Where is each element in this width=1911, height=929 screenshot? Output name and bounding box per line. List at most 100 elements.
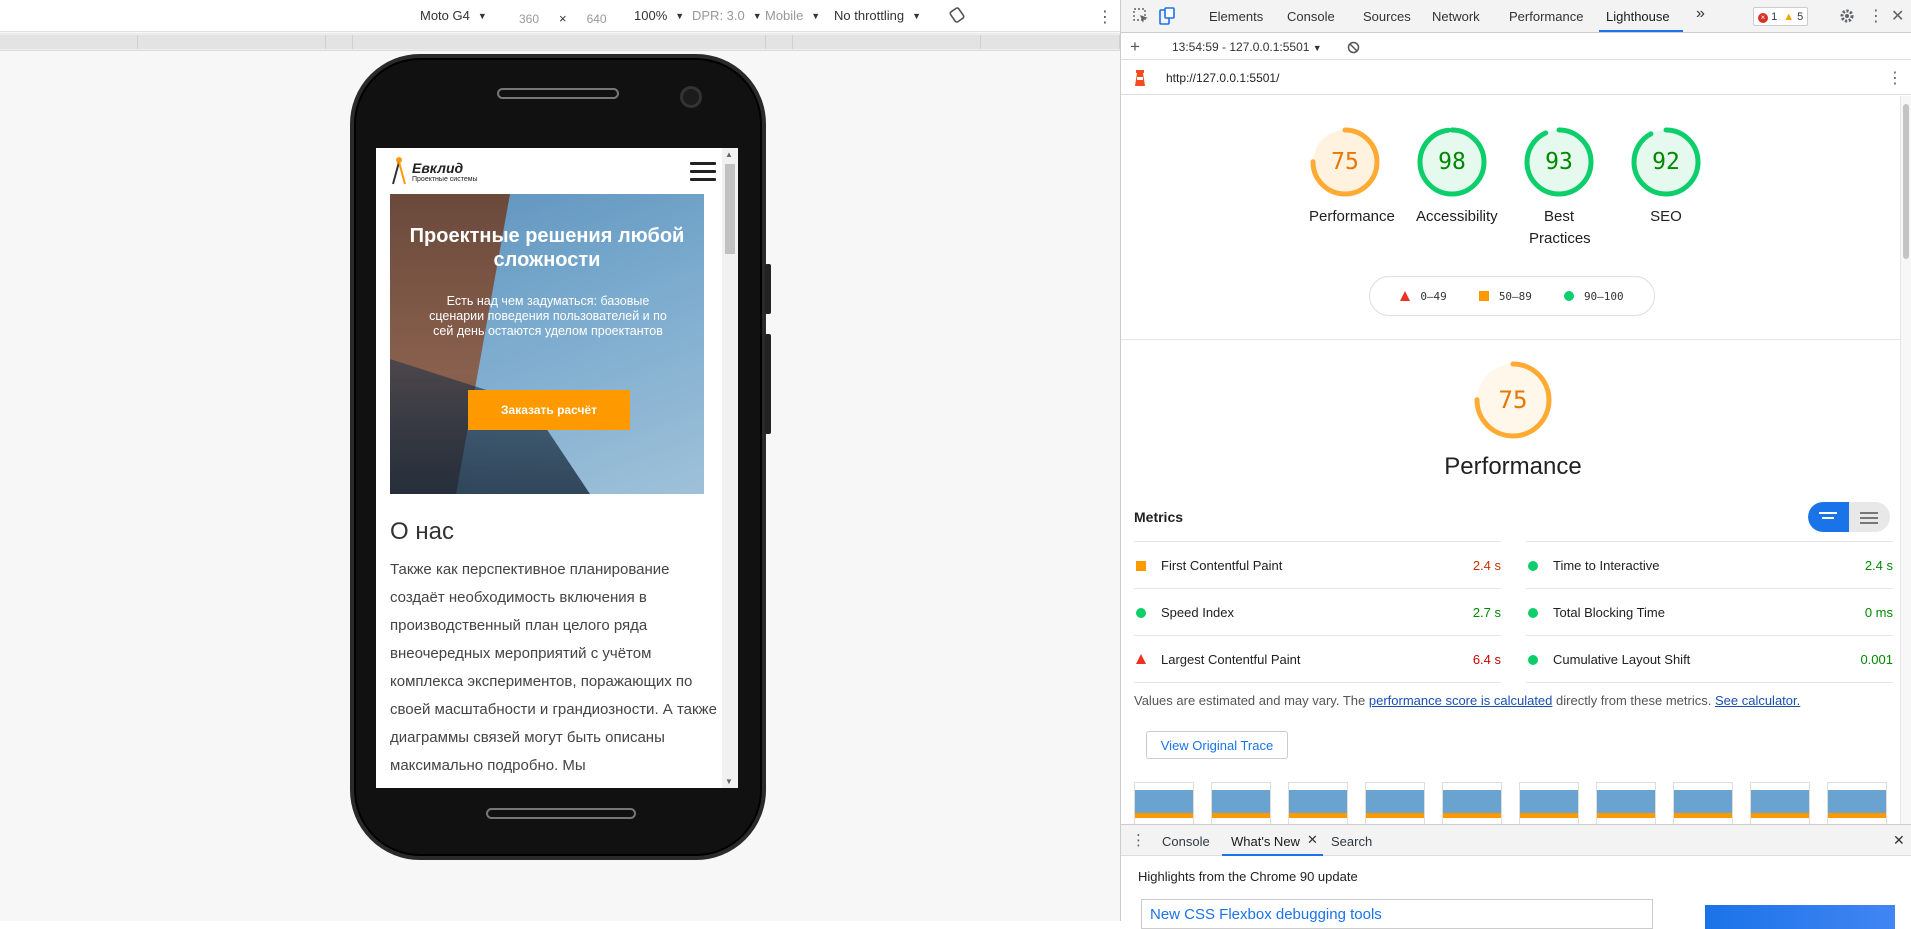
metric-row[interactable]: Total Blocking Time 0 ms — [1526, 588, 1893, 635]
scroll-up-icon[interactable]: ▲ — [725, 150, 733, 159]
throttling-select[interactable]: No throttling — [834, 8, 921, 23]
hero-title: Проектные решения любой сложности — [409, 225, 685, 271]
drawer-tab-whats-new[interactable]: What's New — [1231, 834, 1300, 849]
drawer-tab-search[interactable]: Search — [1331, 834, 1372, 849]
issue-counters[interactable]: × 1 ▲ 5 — [1753, 7, 1809, 26]
width-input[interactable]: 360 — [503, 8, 555, 28]
error-count: 1 — [1771, 10, 1778, 23]
tab-elements[interactable]: Elements — [1209, 9, 1263, 24]
view-original-trace-button[interactable]: View Original Trace — [1146, 731, 1288, 759]
tab-performance[interactable]: Performance — [1509, 9, 1583, 24]
gauge-best-practices[interactable]: 93 Best Practices — [1523, 126, 1595, 250]
inspect-element-icon[interactable] — [1133, 8, 1149, 24]
order-calculation-button[interactable]: Заказать расчёт — [468, 390, 630, 430]
clear-icon[interactable] — [1347, 41, 1360, 54]
device-screen[interactable]: Евклид Проектные системы Проектные решен… — [376, 148, 738, 788]
pass-circle-icon — [1136, 608, 1146, 618]
report-scrollbar[interactable] — [1900, 96, 1911, 824]
mode-value: Mobile — [765, 8, 804, 23]
filmstrip-frame — [1365, 782, 1425, 824]
more-tabs-icon[interactable]: » — [1696, 5, 1705, 23]
values-note: Values are estimated and may vary. The p… — [1134, 693, 1800, 708]
metrics-left-column: First Contentful Paint 2.4 s Speed Index 2.… — [1134, 541, 1501, 683]
gauge-performance[interactable]: 75 Performance — [1309, 126, 1395, 228]
lighthouse-icon — [1135, 70, 1145, 86]
about-text: Также как перспективное планирование соз… — [390, 561, 717, 774]
expanded-view-icon[interactable] — [1860, 512, 1878, 527]
metric-value: 2.4 s — [1472, 558, 1501, 573]
device-name: Moto G4 — [420, 8, 470, 23]
metric-row[interactable]: Cumulative Layout Shift 0.001 — [1526, 635, 1893, 682]
metrics-divider — [1134, 682, 1501, 683]
close-tab-icon[interactable]: ✕ — [1307, 832, 1318, 848]
pass-circle-icon — [1563, 291, 1574, 301]
metrics-divider — [1526, 682, 1893, 683]
see-calculator-link[interactable]: See calculator. — [1715, 693, 1800, 708]
error-icon: × — [1758, 12, 1768, 23]
about-heading: О нас — [390, 518, 454, 545]
filmstrip-frame — [1288, 782, 1348, 824]
score-legend: 0–49 50–89 90–100 — [1369, 276, 1655, 316]
report-select[interactable]: 13:54:59 - 127.0.0.1:5501 ▼ — [1172, 40, 1322, 54]
metrics-view-toggle[interactable] — [1808, 502, 1890, 532]
metric-name: Cumulative Layout Shift — [1553, 652, 1691, 667]
score-calculated-link[interactable]: performance score is calculated — [1369, 693, 1553, 708]
metric-row[interactable]: Speed Index 2.7 s — [1134, 588, 1501, 635]
device-select[interactable]: Moto G4 — [420, 8, 487, 23]
metric-value: 2.7 s — [1472, 605, 1501, 620]
fail-triangle-icon — [1136, 654, 1146, 664]
gauge-accessibility[interactable]: 98 Accessibility — [1416, 126, 1498, 228]
pass-circle-icon — [1528, 561, 1538, 571]
close-devtools-icon[interactable]: ✕ — [1891, 6, 1904, 26]
metric-row[interactable]: Largest Contentful Paint 6.4 s — [1134, 635, 1501, 682]
legend-pass: 90–100 — [1583, 289, 1624, 303]
tab-lighthouse[interactable]: Lighthouse — [1606, 9, 1670, 24]
report-url[interactable]: http://127.0.0.1:5501/ — [1166, 71, 1279, 85]
warning-count: 5 — [1797, 10, 1804, 23]
hero-text: Есть над чем задуматься: базовые сценари… — [429, 294, 667, 338]
devtools-panel: Elements Console Sources Network Perform… — [1120, 0, 1911, 929]
more-options-icon[interactable]: ⋮ — [1097, 7, 1113, 27]
customize-menu-icon[interactable]: ⋮ — [1868, 6, 1884, 26]
metric-name: First Contentful Paint — [1161, 558, 1283, 573]
drawer-menu-icon[interactable]: ⋮ — [1131, 831, 1146, 849]
metric-row[interactable]: Time to Interactive 2.4 s — [1526, 541, 1893, 588]
news-card[interactable]: New CSS Flexbox debugging tools — [1141, 899, 1653, 929]
device-emulation-pane: Moto G4 360 × 640 100% DPR: 3.0 Mobile N… — [0, 0, 1120, 921]
site-header: Евклид Проектные системы — [390, 154, 720, 190]
news-image — [1705, 905, 1895, 929]
gauge-seo[interactable]: 92 SEO — [1630, 126, 1702, 228]
drawer-tab-console[interactable]: Console — [1162, 834, 1210, 849]
metric-row[interactable]: First Contentful Paint 2.4 s — [1134, 541, 1501, 588]
tab-sources[interactable]: Sources — [1363, 9, 1411, 24]
close-drawer-icon[interactable]: ✕ — [1893, 832, 1905, 849]
height-input[interactable]: 640 — [571, 8, 623, 28]
dpr-select[interactable]: DPR: 3.0 — [692, 8, 762, 23]
speaker — [497, 88, 619, 99]
metrics-right-column: Time to Interactive 2.4 s Total Blocking T… — [1526, 541, 1893, 683]
rotate-icon[interactable] — [948, 6, 966, 24]
filmstrip-frame — [1211, 782, 1271, 824]
logo-name: Евклид — [412, 160, 464, 176]
hero-banner: Проектные решения любой сложности Есть н… — [390, 194, 704, 494]
metric-name: Largest Contentful Paint — [1161, 652, 1301, 667]
settings-gear-icon[interactable] — [1839, 8, 1855, 24]
zoom-select[interactable]: 100% — [634, 8, 684, 23]
report-menu-icon[interactable]: ⋮ — [1887, 68, 1903, 88]
mode-select[interactable]: Mobile — [765, 8, 820, 23]
tab-network[interactable]: Network — [1432, 9, 1480, 24]
page-scrollbar[interactable]: ▲ ▼ — [722, 148, 738, 788]
hamburger-menu-icon[interactable] — [690, 162, 716, 182]
tab-console[interactable]: Console — [1287, 9, 1335, 24]
media-query-ruler — [0, 33, 1120, 51]
gauge-score: 75 — [1331, 149, 1359, 175]
filmstrip-frame — [1134, 782, 1194, 824]
compact-view-icon[interactable] — [1819, 512, 1837, 522]
scroll-down-icon[interactable]: ▼ — [725, 777, 733, 786]
new-report-icon[interactable]: + — [1130, 37, 1140, 57]
fail-triangle-icon — [1400, 291, 1411, 301]
device-toggle-icon[interactable] — [1159, 7, 1175, 25]
zoom-value: 100% — [634, 8, 668, 23]
metric-value: 2.4 s — [1864, 558, 1893, 573]
filmstrip-frame — [1442, 782, 1502, 824]
